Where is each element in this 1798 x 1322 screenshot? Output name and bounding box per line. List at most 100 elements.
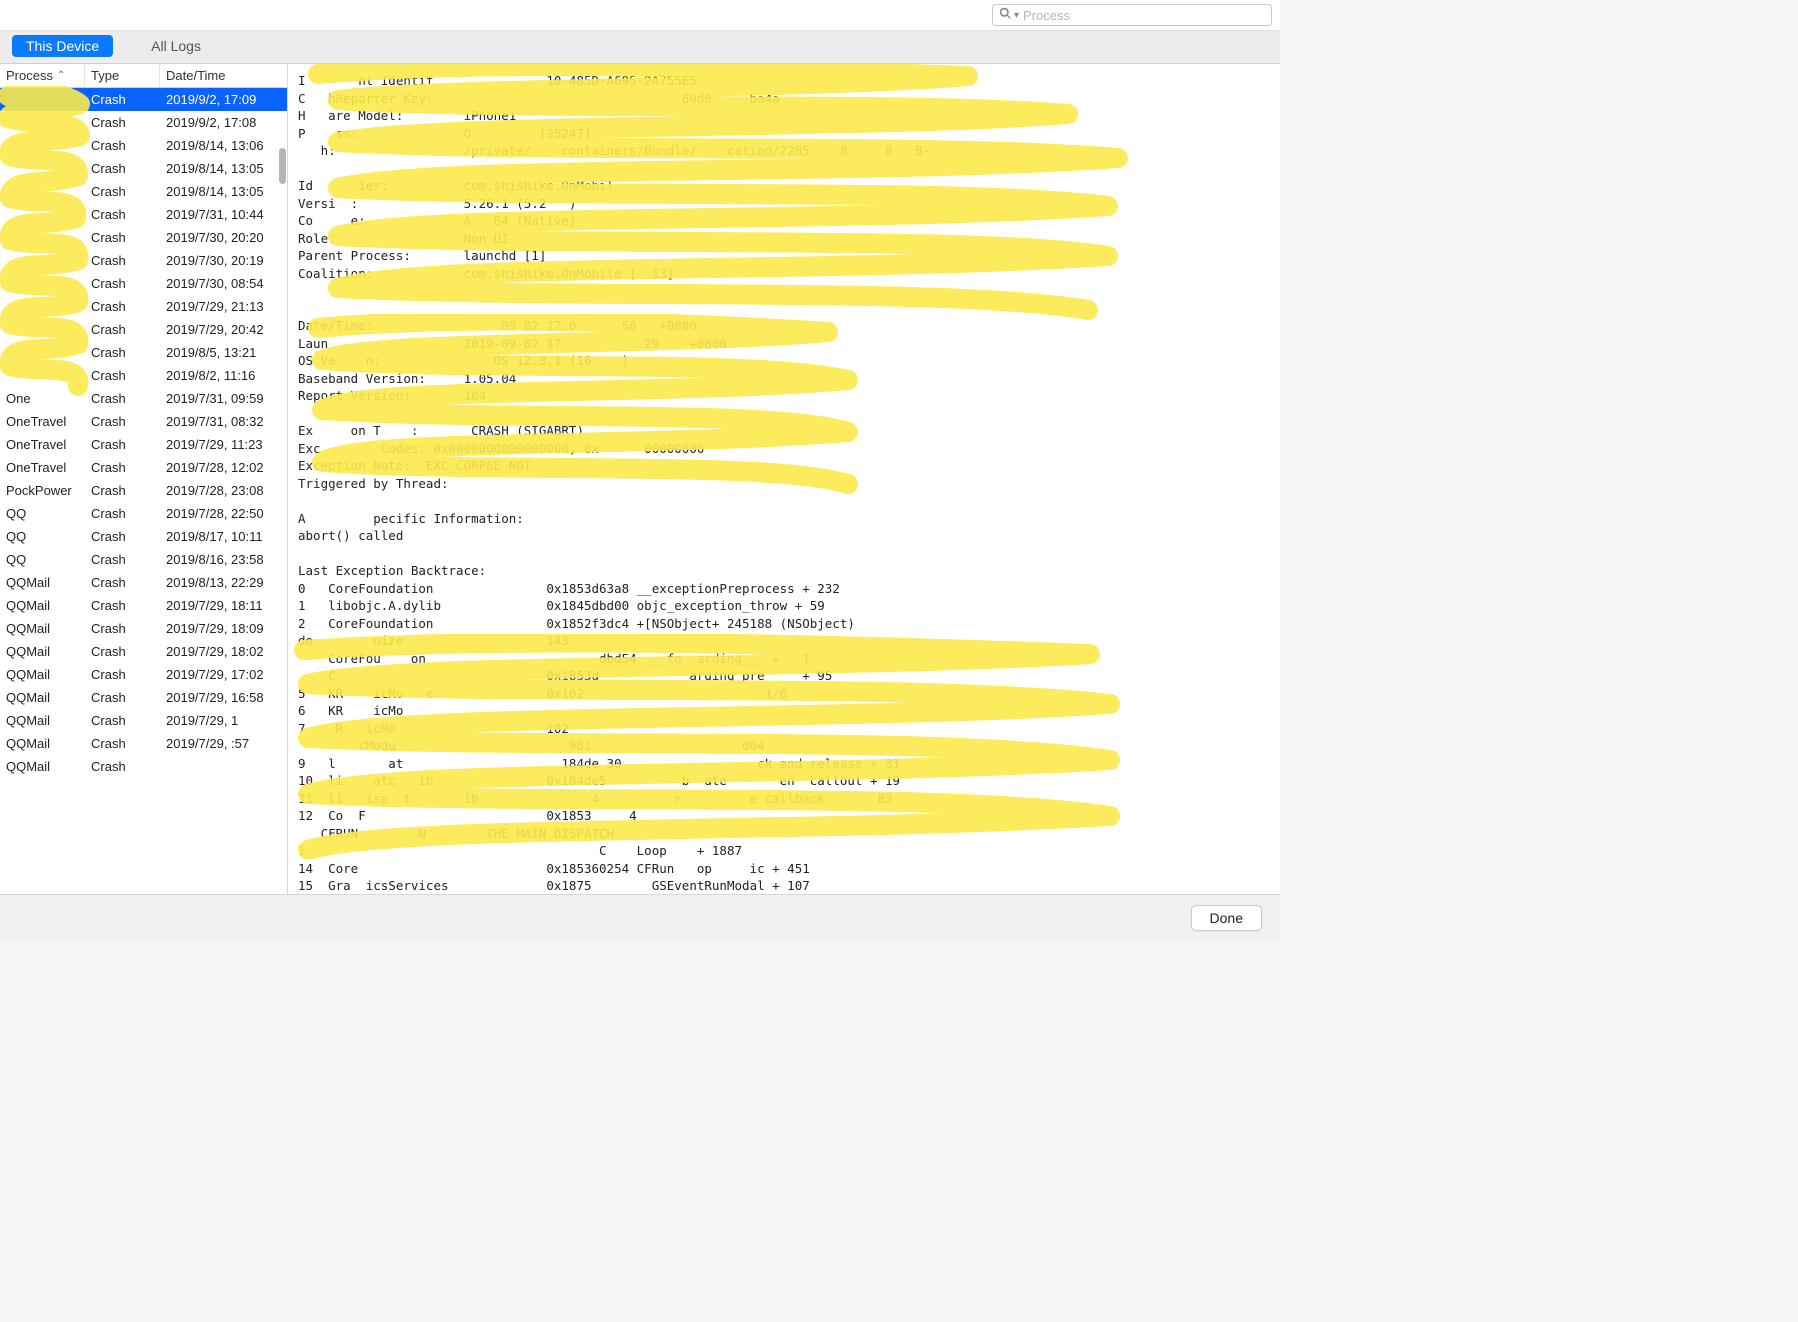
table-row[interactable]: OneCrash2019/7/31, 09:59 — [0, 387, 287, 410]
cell-date: 2019/7/28, 12:02 — [160, 458, 287, 477]
cell-date: 2019/8/2, 11:16 — [160, 366, 287, 385]
table-row[interactable]: QQMailCrash2019/7/29, 18:02 — [0, 640, 287, 663]
cell-date: 2019/9/2, 17:08 — [160, 113, 287, 132]
table-row[interactable]: OneTravelCrash2019/7/29, 11:23 — [0, 433, 287, 456]
cell-type: Crash — [85, 113, 160, 132]
cell-date — [160, 757, 287, 776]
table-row[interactable]: Crash2019/9/2, 17:08 — [0, 111, 287, 134]
table-row[interactable]: Crash2019/8/14, 13:05 — [0, 157, 287, 180]
cell-date: 2019/7/31, 08:32 — [160, 412, 287, 431]
table-row[interactable]: Crash2019/9/2, 17:09 — [0, 88, 287, 111]
table-row[interactable]: Crash2019/8/14, 13:05 — [0, 180, 287, 203]
column-header-type-label: Type — [91, 68, 119, 83]
search-input[interactable] — [1023, 8, 1265, 23]
cell-type: Crash — [85, 90, 160, 109]
cell-type: Crash — [85, 458, 160, 477]
cell-date: 2019/7/29, 11:23 — [160, 435, 287, 454]
cell-type: Crash — [85, 619, 160, 638]
done-button[interactable]: Done — [1191, 905, 1262, 931]
cell-process: QQMail — [0, 757, 85, 776]
table-row[interactable]: QQMailCrash — [0, 755, 287, 778]
cell-process: QQMail — [0, 642, 85, 661]
cell-date: 2019/8/5, 13:21 — [160, 343, 287, 362]
table-row[interactable]: QQMailCrash2019/8/13, 22:29 — [0, 571, 287, 594]
cell-process: QQMail — [0, 596, 85, 615]
cell-type: Crash — [85, 343, 160, 362]
main-area: Process ⌃ Type Date/Time Crash2019/9/2, … — [0, 64, 1280, 894]
cell-process: OneTravel — [0, 458, 85, 477]
table-row[interactable]: Crash2019/7/30, 20:20 — [0, 226, 287, 249]
table-row[interactable]: QQMailCrash2019/7/29, 17:02 — [0, 663, 287, 686]
cell-process — [0, 182, 85, 201]
cell-type: Crash — [85, 688, 160, 707]
column-header-type[interactable]: Type — [85, 64, 160, 87]
cell-process: QQMail — [0, 665, 85, 684]
search-dropdown-chevron-icon[interactable]: ▾ — [1014, 10, 1019, 21]
table-row[interactable]: Crash2019/7/30, 08:54 — [0, 272, 287, 295]
crash-report-detail[interactable]: I nt Identif 10-485D-A695-2A755E5 C hRep… — [288, 64, 1280, 894]
cell-process — [0, 113, 85, 132]
cell-date: 2019/7/29, :57 — [160, 734, 287, 753]
scrollbar-thumb[interactable] — [279, 148, 286, 184]
table-row[interactable]: QQMailCrash2019/7/29, 18:09 — [0, 617, 287, 640]
cell-process: OneTravel — [0, 435, 85, 454]
table-row[interactable]: QQMailCrash2019/7/29, :57 — [0, 732, 287, 755]
table-row[interactable]: QQCrash2019/7/28, 22:50 — [0, 502, 287, 525]
table-row[interactable]: Crash2019/7/29, 21:13 — [0, 295, 287, 318]
cell-date: 2019/7/30, 20:19 — [160, 251, 287, 270]
cell-process: QQMail — [0, 688, 85, 707]
cell-type: Crash — [85, 642, 160, 661]
tab-this-device[interactable]: This Device — [12, 35, 113, 57]
cell-type: Crash — [85, 274, 160, 293]
cell-process — [0, 343, 85, 362]
cell-type: Crash — [85, 412, 160, 431]
cell-date: 2019/8/16, 23:58 — [160, 550, 287, 569]
crash-report-text: I nt Identif 10-485D-A695-2A755E5 C hRep… — [298, 72, 1270, 894]
table-row[interactable]: Crash2019/8/5, 13:21 — [0, 341, 287, 364]
table-row[interactable]: Crash2019/8/2, 11:16 — [0, 364, 287, 387]
column-header-process[interactable]: Process ⌃ — [0, 64, 85, 87]
table-row[interactable]: QQMailCrash2019/7/29, 18:11 — [0, 594, 287, 617]
table-row[interactable]: QQMailCrash2019/7/29, 16:58 — [0, 686, 287, 709]
cell-type: Crash — [85, 366, 160, 385]
table-row[interactable]: QQCrash2019/8/16, 23:58 — [0, 548, 287, 571]
tab-all-logs[interactable]: All Logs — [137, 35, 215, 57]
cell-type: Crash — [85, 320, 160, 339]
cell-type: Crash — [85, 734, 160, 753]
cell-date: 2019/7/30, 20:20 — [160, 228, 287, 247]
search-box[interactable]: ▾ — [992, 4, 1272, 26]
table-row[interactable]: Crash2019/7/31, 10:44 — [0, 203, 287, 226]
cell-process — [0, 136, 85, 155]
cell-type: Crash — [85, 182, 160, 201]
table-row[interactable]: Crash2019/7/29, 20:42 — [0, 318, 287, 341]
cell-date: 2019/7/29, 18:09 — [160, 619, 287, 638]
table-row[interactable]: Crash2019/8/14, 13:06 — [0, 134, 287, 157]
cell-date: 2019/8/17, 10:11 — [160, 527, 287, 546]
table-row[interactable]: QQCrash2019/8/17, 10:11 — [0, 525, 287, 548]
cell-type: Crash — [85, 435, 160, 454]
cell-type: Crash — [85, 205, 160, 224]
cell-date: 2019/7/31, 10:44 — [160, 205, 287, 224]
cell-type: Crash — [85, 228, 160, 247]
table-row[interactable]: OneTravelCrash2019/7/31, 08:32 — [0, 410, 287, 433]
cell-process — [0, 251, 85, 270]
cell-process — [0, 366, 85, 385]
cell-type: Crash — [85, 136, 160, 155]
cell-process: QQMail — [0, 573, 85, 592]
cell-date: 2019/7/29, 17:02 — [160, 665, 287, 684]
column-header-date[interactable]: Date/Time — [160, 64, 287, 87]
top-search-bar: ▾ — [0, 0, 1280, 31]
table-row[interactable]: OneTravelCrash2019/7/28, 12:02 — [0, 456, 287, 479]
log-list-sidebar: Process ⌃ Type Date/Time Crash2019/9/2, … — [0, 64, 288, 894]
cell-date: 2019/7/29, 1 — [160, 711, 287, 730]
table-row[interactable]: Crash2019/7/30, 20:19 — [0, 249, 287, 272]
column-headers: Process ⌃ Type Date/Time — [0, 64, 287, 88]
cell-process: PockPower — [0, 481, 85, 500]
tab-bar: This Device All Logs — [0, 31, 1280, 64]
cell-type: Crash — [85, 504, 160, 523]
table-row[interactable]: QQMailCrash2019/7/29, 1 — [0, 709, 287, 732]
cell-process — [0, 274, 85, 293]
cell-date: 2019/8/14, 13:05 — [160, 182, 287, 201]
table-row[interactable]: PockPowerCrash2019/7/28, 23:08 — [0, 479, 287, 502]
log-rows: Crash2019/9/2, 17:09Crash2019/9/2, 17:08… — [0, 88, 287, 778]
